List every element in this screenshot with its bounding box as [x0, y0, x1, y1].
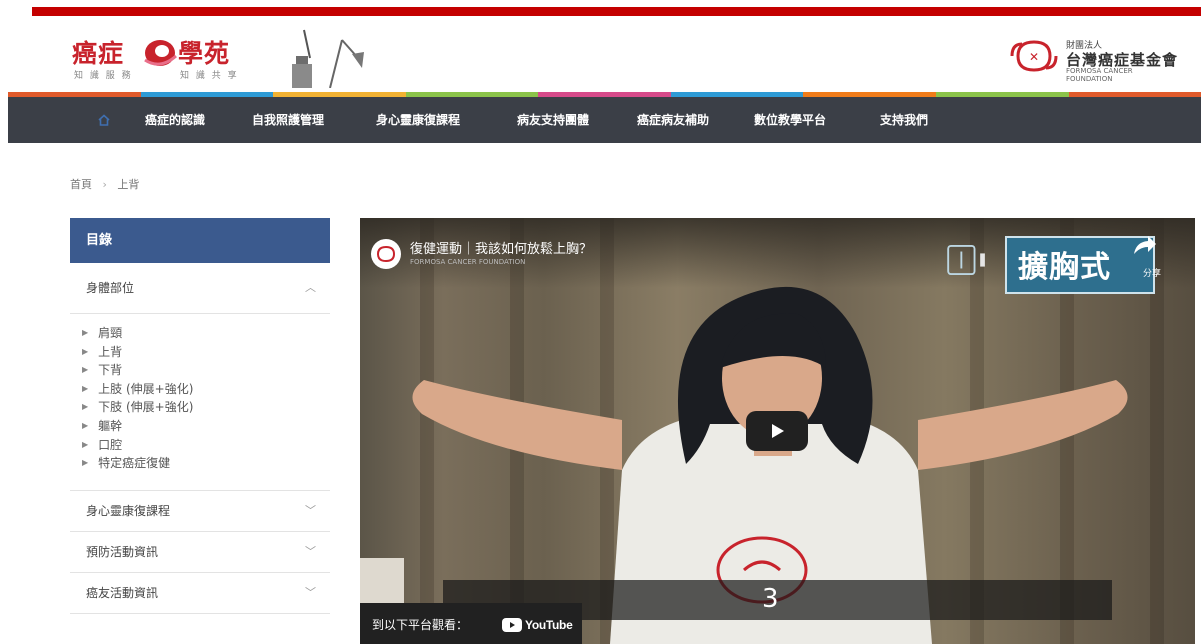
- list-item-lower-limb[interactable]: ▶ 下肢 (伸展+強化): [82, 398, 330, 417]
- list-item-specific-cancer[interactable]: ▶ 特定癌症復健: [82, 454, 330, 473]
- share-icon[interactable]: [1130, 232, 1158, 260]
- youtube-icon: [502, 618, 522, 632]
- youtube-logo[interactable]: YouTube: [502, 617, 573, 633]
- list-item-label: 下背: [98, 363, 123, 378]
- sidebar-title: 目錄: [70, 218, 330, 263]
- list-item-lower-back[interactable]: ▶ 下背: [82, 361, 330, 380]
- list-item-upper-back[interactable]: ▶ 上背: [82, 343, 330, 362]
- breadcrumb-home[interactable]: 首頁: [70, 178, 92, 191]
- sidebar: 目錄 身體部位 ︿ ▶ 肩頸 ▶ 上背 ▶ 下背 ▶ 上肢 (伸展+強化) ▶ 下肢 (伸…: [70, 218, 330, 614]
- list-item-upper-limb[interactable]: ▶ 上肢 (伸展+強化): [82, 380, 330, 399]
- triangle-right-icon: ▶: [82, 439, 89, 449]
- breadcrumb-separator: ›: [102, 178, 107, 191]
- list-item-label: 下肢 (伸展+強化): [98, 400, 194, 415]
- video-title[interactable]: 復健運動｜我該如何放鬆上胸？: [410, 238, 592, 257]
- site-header: 癌症 學苑 知 識 服 務 知 識 共 享 ✕ 財團法人 台灣癌症基金會 FOR…: [0, 16, 1201, 92]
- breadcrumb: 首頁 › 上背: [70, 176, 139, 192]
- list-item-label: 上背: [98, 344, 123, 359]
- nav-digital-learning[interactable]: 數位教學平台: [754, 97, 826, 143]
- video-player[interactable]: 復健運動｜我該如何放鬆上胸？ FORMOSA CANCER FOUNDATION…: [360, 218, 1195, 644]
- accordion-label: 癌友活動資訊: [86, 586, 159, 600]
- foundation-english-name: FORMOSA CANCER FOUNDATION: [1066, 67, 1133, 83]
- foundation-emblem-icon: [376, 245, 396, 263]
- top-red-bar: [32, 7, 1201, 16]
- accordion-patient-activities[interactable]: 癌友活動資訊 ﹀: [70, 573, 330, 614]
- site-logo[interactable]: 癌症 學苑 知 識 服 務 知 識 共 享: [72, 34, 262, 84]
- triangle-right-icon: ▶: [82, 328, 89, 337]
- home-icon: [98, 114, 110, 126]
- chevron-up-icon: ︿: [305, 281, 316, 294]
- video-caption: 3: [762, 584, 779, 614]
- exercise-figure-icon: [947, 244, 985, 276]
- nav-support-us[interactable]: 支持我們: [880, 97, 928, 143]
- logo-text-right: 學苑: [178, 39, 231, 68]
- logo-text-left: 癌症: [72, 39, 125, 68]
- nav-cancer-knowledge[interactable]: 癌症的認識: [145, 97, 205, 143]
- triangle-right-icon: ▶: [82, 458, 89, 468]
- logo-subtitle-left: 知 識 服 務: [74, 71, 133, 81]
- main-nav: 癌症的認識 自我照護管理 身心靈康復課程 病友支持團體 癌症病友補助 數位教學平…: [8, 97, 1201, 143]
- list-item-label: 軀幹: [98, 418, 123, 433]
- accordion-label: 身心靈康復課程: [86, 504, 171, 518]
- logo-subtitle-right: 知 識 共 享: [180, 71, 239, 81]
- accordion-label: 身體部位: [86, 281, 135, 295]
- chevron-down-icon: ﹀: [305, 545, 316, 558]
- list-item-label: 特定癌症復健: [98, 456, 171, 471]
- exercise-sign-text: 擴胸式: [1018, 250, 1111, 285]
- accordion-label: 預防活動資訊: [86, 545, 159, 559]
- list-item-label: 上肢 (伸展+強化): [98, 381, 194, 396]
- list-item-label: 口腔: [98, 437, 123, 452]
- triangle-right-icon: ▶: [82, 402, 89, 412]
- logo-mark-icon: [144, 40, 177, 66]
- nav-self-care[interactable]: 自我照護管理: [252, 97, 324, 143]
- accordion-mind-body-courses[interactable]: 身心靈康復課程 ﹀: [70, 491, 330, 532]
- channel-avatar[interactable]: [371, 239, 401, 269]
- foundation-emblem-icon: ✕: [1010, 40, 1058, 72]
- nav-mind-body-courses[interactable]: 身心靈康復課程: [376, 97, 460, 143]
- triangle-right-icon: ▶: [82, 346, 89, 356]
- triangle-right-icon: ▶: [82, 365, 89, 375]
- desk-lamp-icon: [292, 29, 364, 88]
- nav-patient-subsidy[interactable]: 癌症病友補助: [637, 97, 709, 143]
- nav-support-groups[interactable]: 病友支持團體: [517, 97, 589, 143]
- list-item-label: 肩頸: [98, 326, 123, 340]
- video-channel: FORMOSA CANCER FOUNDATION: [410, 258, 526, 266]
- play-button[interactable]: [746, 411, 808, 451]
- chevron-down-icon: ﹀: [305, 586, 316, 599]
- triangle-right-icon: ▶: [82, 420, 89, 430]
- breadcrumb-current: 上背: [117, 178, 140, 191]
- watch-on-label: 到以下平台觀看：: [372, 618, 469, 632]
- youtube-wordmark: YouTube: [525, 618, 573, 632]
- accordion-prevention-activities[interactable]: 預防活動資訊 ﹀: [70, 532, 330, 573]
- svg-text:✕: ✕: [1029, 50, 1039, 64]
- accordion-body-parts[interactable]: 身體部位 ︿: [70, 263, 330, 314]
- body-parts-list: ▶ 肩頸 ▶ 上背 ▶ 下背 ▶ 上肢 (伸展+強化) ▶ 下肢 (伸展+強化) ▶ 軀幹 …: [70, 314, 330, 491]
- share-label[interactable]: 分享: [1143, 266, 1161, 279]
- nav-home[interactable]: [90, 97, 118, 143]
- list-item-neck-shoulder[interactable]: ▶ 肩頸: [82, 324, 330, 343]
- list-item-trunk[interactable]: ▶ 軀幹: [82, 417, 330, 436]
- chevron-down-icon: ﹀: [305, 504, 316, 517]
- list-item-oral[interactable]: ▶ 口腔: [82, 436, 330, 455]
- foundation-logo[interactable]: ✕ 財團法人 台灣癌症基金會 FORMOSA CANCER FOUNDATION: [1008, 36, 1180, 83]
- triangle-right-icon: ▶: [82, 383, 89, 393]
- play-icon: [772, 424, 784, 438]
